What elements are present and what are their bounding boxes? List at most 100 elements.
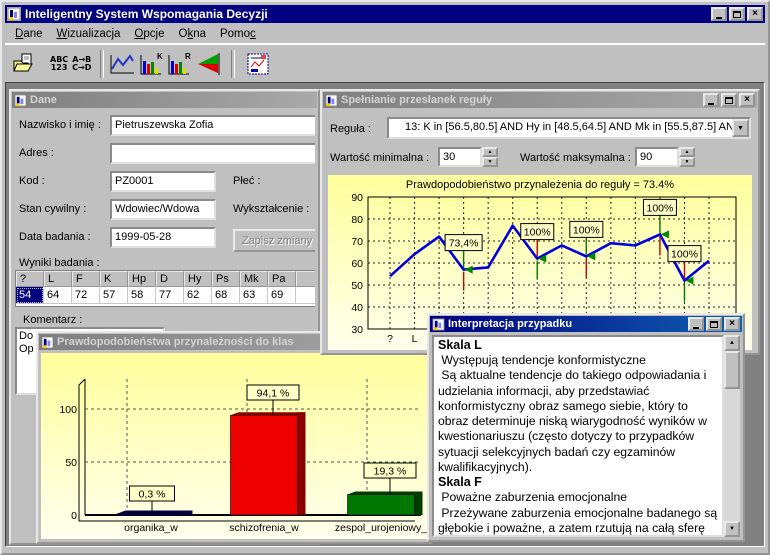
rule-convert-button[interactable]: A→B C→D [72, 56, 91, 72]
chevron-down-icon: ▼ [737, 125, 744, 132]
close-button[interactable]: × [724, 317, 740, 331]
scroll-up-button[interactable]: ▲ [724, 335, 740, 351]
menu-opcje[interactable]: Opcje [128, 26, 172, 42]
spin-up-button[interactable]: ▲ [679, 147, 695, 157]
results-header-cell[interactable]: Hy [184, 271, 212, 287]
results-header-cell[interactable]: Mk [240, 271, 268, 287]
scrollbar[interactable]: ▲ ▼ [724, 335, 740, 537]
report-button[interactable] [246, 52, 270, 76]
menu-bar: DaneWizualizacjaOpcjeOknaPomoc [5, 24, 765, 44]
results-header-cell[interactable]: ? [16, 271, 44, 287]
svg-text:0: 0 [71, 510, 77, 522]
marital-label: Stan cywilny : [19, 203, 86, 215]
results-cell[interactable]: 57 [100, 287, 128, 304]
svg-text:80: 80 [351, 214, 363, 226]
education-label: Wykształcenie : [233, 203, 309, 215]
code-input[interactable]: PZ0001 [110, 171, 216, 192]
results-cell[interactable]: 64 [44, 287, 72, 304]
bar-chart-k-button[interactable]: K [139, 51, 163, 77]
results-header-cell[interactable]: Pa [268, 271, 296, 287]
results-header-cell[interactable]: D [156, 271, 184, 287]
menu-wizualizacja[interactable]: Wizualizacja [51, 26, 129, 42]
results-header-cell[interactable]: F [72, 271, 100, 287]
results-cell[interactable]: 62 [184, 287, 212, 304]
rule-titlebar[interactable]: Spełnianie przesłanek reguły × [323, 92, 757, 108]
line-chart-icon [109, 52, 135, 76]
abc-123-button[interactable]: ABC 123 [50, 56, 68, 72]
main-window: Inteligentny System Wspomagania Decyzji … [0, 0, 770, 555]
min-value-input[interactable]: 30 [438, 147, 482, 167]
maximize-button[interactable] [729, 7, 745, 21]
results-cell[interactable]: 72 [72, 287, 100, 304]
spin-down-button[interactable]: ▼ [482, 157, 498, 167]
menu-okna[interactable]: Okna [172, 26, 214, 42]
svg-text:19,3 %: 19,3 % [374, 466, 407, 478]
interpretation-titlebar[interactable]: Interpretacja przypadku × [430, 316, 742, 332]
close-button[interactable]: × [739, 93, 755, 107]
bar-chart-r-button[interactable]: R [167, 51, 191, 77]
address-input[interactable] [110, 143, 315, 164]
results-header-cell[interactable]: L [44, 271, 72, 287]
maximize-button[interactable] [706, 317, 722, 331]
open-folder-icon [12, 52, 36, 76]
results-header-cell[interactable]: K [100, 271, 128, 287]
minimize-button[interactable] [703, 93, 719, 107]
max-spinner[interactable]: ▲ ▼ [679, 147, 695, 167]
dane-titlebar[interactable]: Dane [12, 92, 317, 108]
svg-text:50: 50 [351, 280, 363, 292]
address-label: Adres : [19, 147, 54, 159]
svg-text:R: R [185, 52, 191, 61]
svg-text:30: 30 [351, 324, 363, 336]
results-header-cell[interactable]: Hp [128, 271, 156, 287]
marital-input[interactable]: Wdowiec/Wdowa [110, 199, 216, 220]
menu-pomoc[interactable]: Pomoc [214, 26, 264, 42]
report-icon [246, 52, 270, 76]
c-to-d-icon: C→D [72, 64, 91, 72]
results-header-cell[interactable]: Ps [212, 271, 240, 287]
123-icon: 123 [51, 64, 68, 72]
class-prob-window: Prawdopodobieństwa przynależności do kla… [36, 331, 432, 544]
save-changes-button[interactable]: Zapisz zmiany [233, 229, 315, 252]
date-label: Data badania : [19, 231, 91, 243]
results-cell[interactable]: 77 [156, 287, 184, 304]
line-chart-button[interactable] [109, 52, 135, 76]
minimize-button[interactable] [688, 317, 704, 331]
interpretation-window: Interpretacja przypadku × Skala L Występ… [427, 313, 745, 542]
results-cell[interactable]: 54 [16, 287, 44, 304]
spin-up-button[interactable]: ▲ [482, 147, 498, 157]
window-icon [325, 94, 338, 107]
name-input[interactable]: Pietruszewska Zofia [110, 115, 315, 136]
min-spinner[interactable]: ▲ ▼ [482, 147, 498, 167]
dane-title: Dane [30, 94, 315, 106]
svg-text:50: 50 [65, 457, 77, 469]
spin-down-button[interactable]: ▼ [679, 157, 695, 167]
minimize-button[interactable] [711, 7, 727, 21]
svg-text:?: ? [387, 333, 393, 345]
membership-function-button[interactable] [195, 52, 222, 76]
min-label: Wartość minimalna : [330, 152, 429, 164]
scale-paragraph: Poważne zaburzenia emocjonalne [438, 490, 719, 505]
results-cell[interactable]: 68 [212, 287, 240, 304]
arrow-down-icon: ▼ [729, 526, 735, 532]
scroll-down-button[interactable]: ▼ [724, 521, 740, 537]
menu-dane[interactable]: Dane [9, 26, 51, 42]
scale-heading: Skala F [438, 475, 719, 490]
svg-text:40: 40 [351, 302, 363, 314]
results-cell[interactable]: 63 [240, 287, 268, 304]
scale-paragraph: Przeżywane zaburzenia emocjonalne badane… [438, 506, 719, 537]
svg-text:K: K [157, 52, 163, 61]
interpretation-text: Skala L Występują tendencje konformistyc… [432, 335, 724, 537]
maximize-button[interactable] [721, 93, 737, 107]
rule-combobox[interactable]: 13: K in [56.5,80.5] AND Hy in [48.5,64.… [387, 117, 751, 139]
svg-text:100%: 100% [524, 227, 551, 239]
gender-label: Płeć : [233, 175, 261, 187]
app-title: Inteligentny System Wspomagania Decyzji [25, 7, 707, 21]
max-value-input[interactable]: 90 [635, 147, 679, 167]
results-cell[interactable]: 58 [128, 287, 156, 304]
date-input[interactable]: 1999-05-28 [110, 227, 216, 248]
close-button[interactable]: × [747, 7, 763, 21]
dropdown-button[interactable]: ▼ [732, 119, 749, 137]
scroll-thumb[interactable] [724, 351, 740, 389]
results-cell[interactable]: 69 [268, 287, 296, 304]
open-file-button[interactable] [12, 52, 36, 76]
